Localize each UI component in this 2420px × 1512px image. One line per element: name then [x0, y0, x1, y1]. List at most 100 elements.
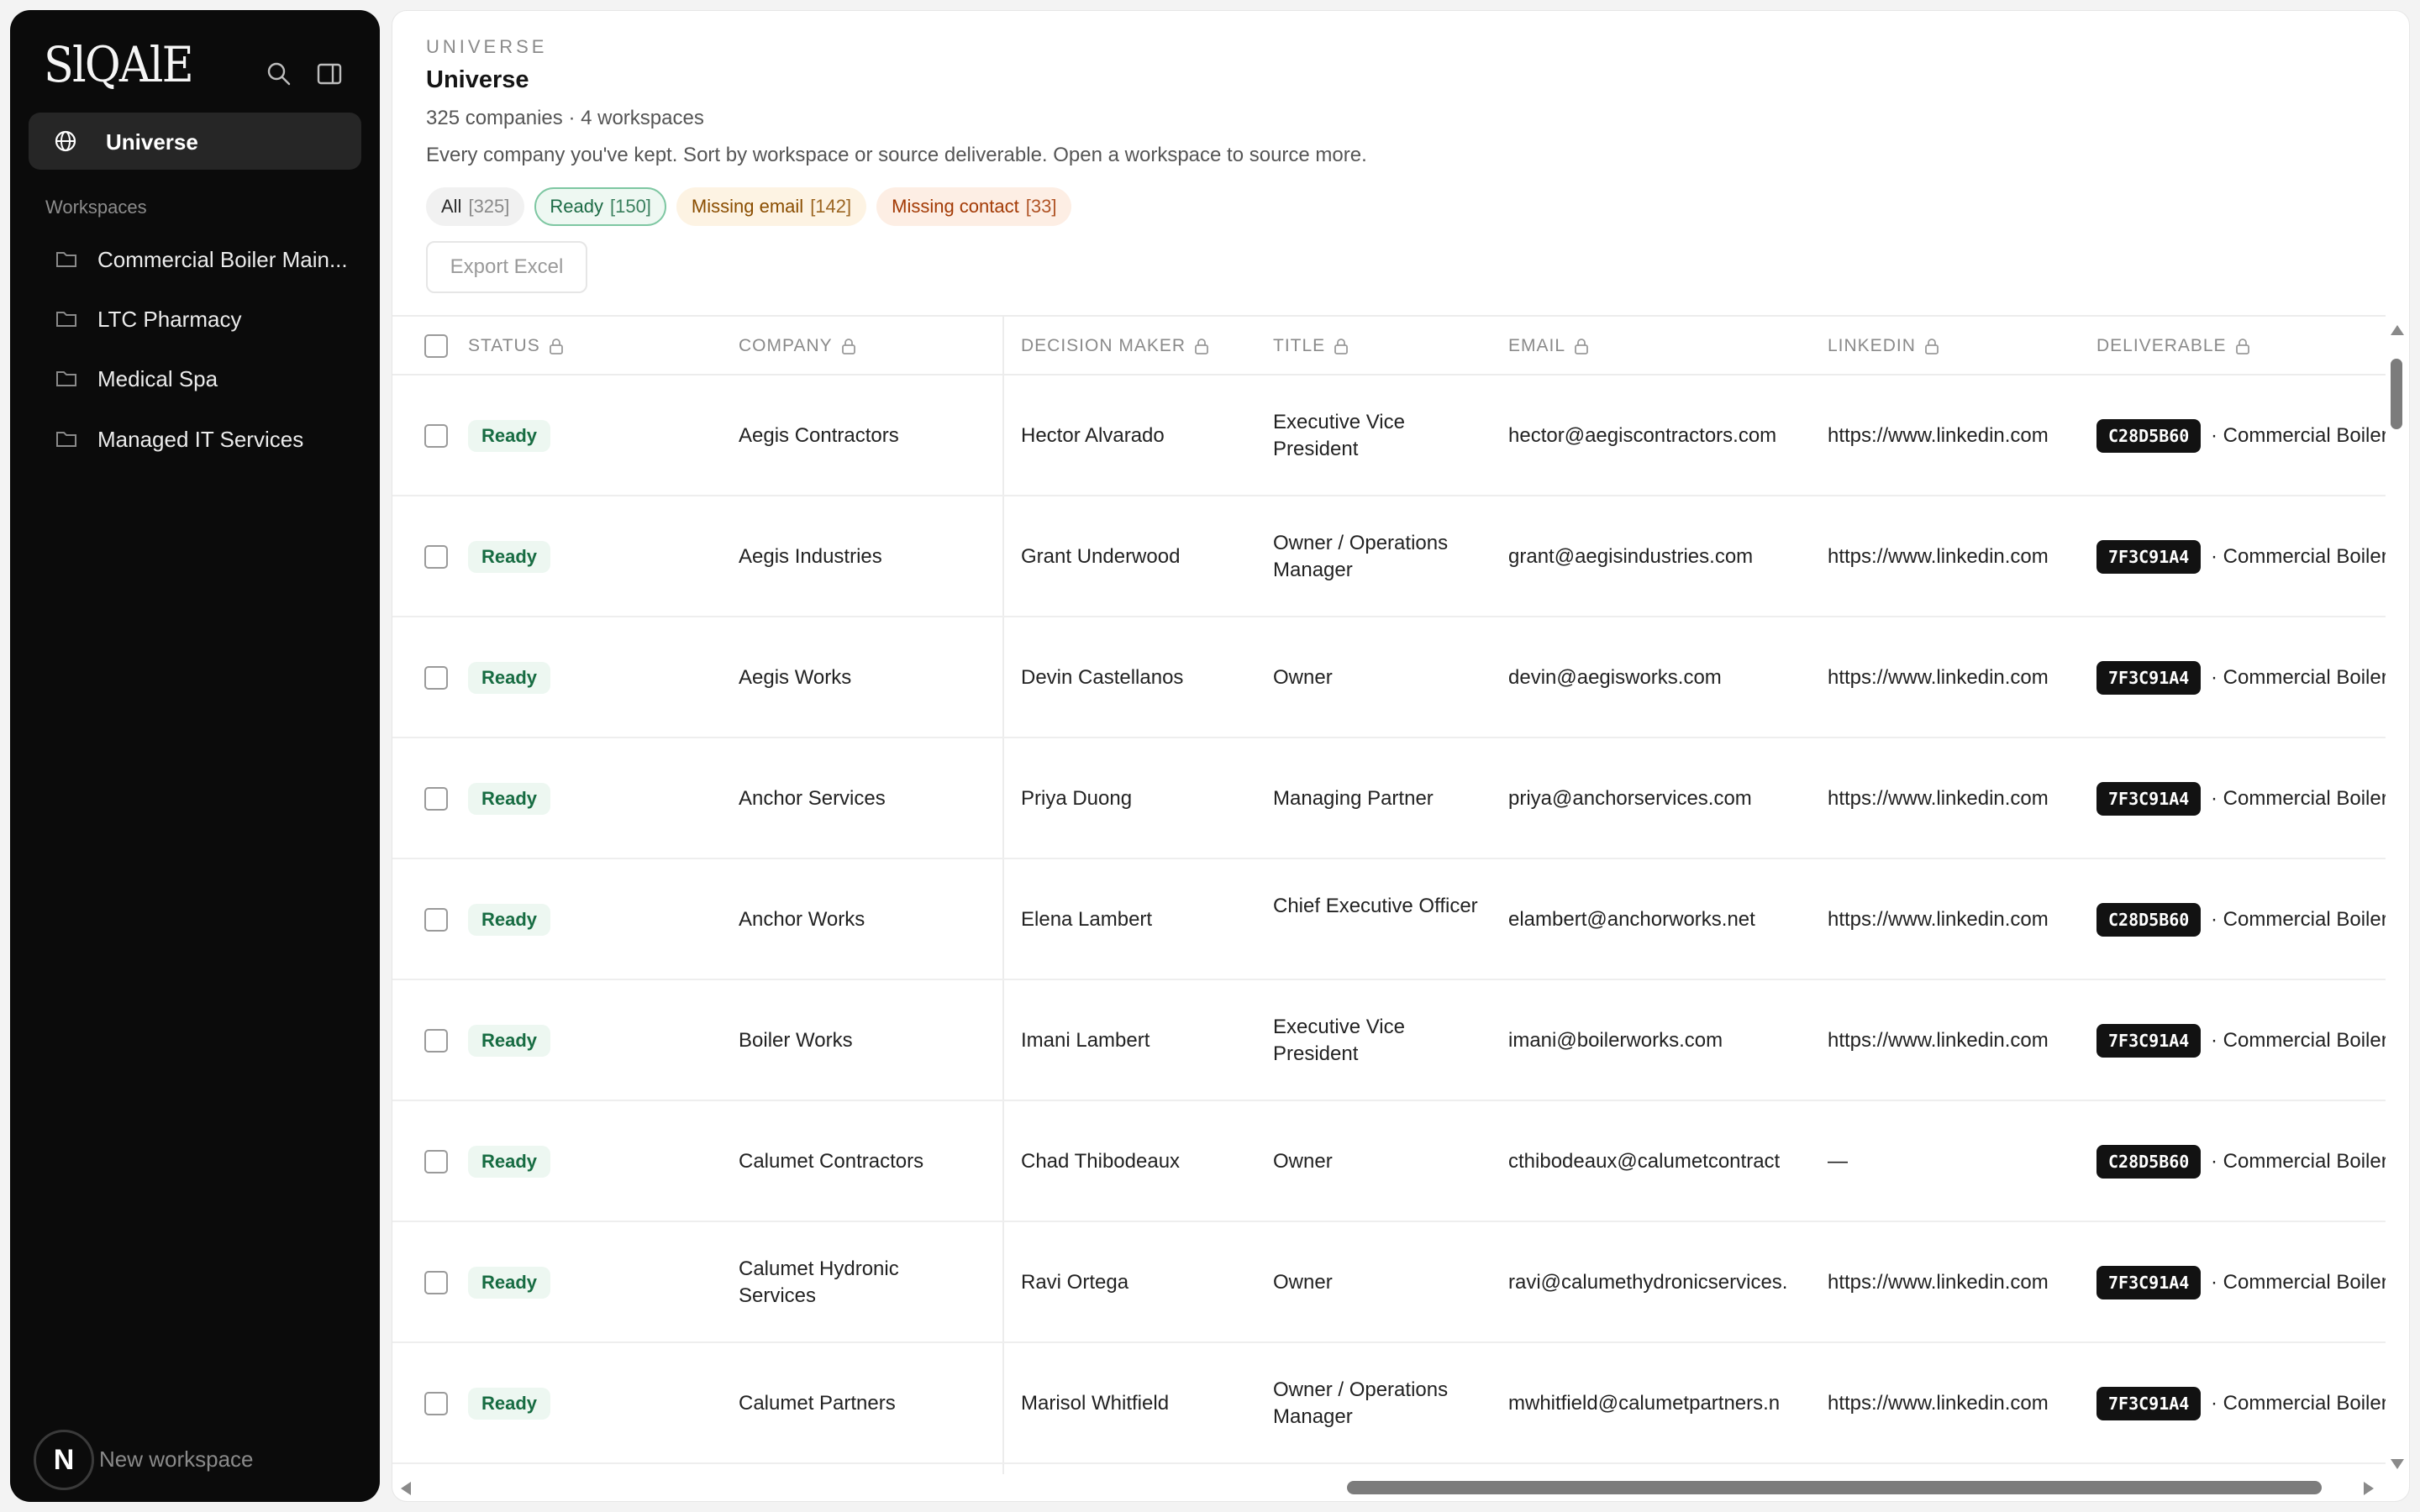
table-row[interactable]: Ready Aegis Industries Grant Underwood O…	[392, 496, 2386, 617]
filter-label: All	[441, 196, 462, 217]
title-cell: Managing Partner	[1273, 787, 1434, 810]
vertical-scroll-thumb[interactable]	[2391, 359, 2402, 429]
lock-icon	[841, 339, 855, 354]
column-header-company[interactable]: COMPANY	[739, 317, 856, 375]
linkedin-cell[interactable]: https://www.linkedin.com	[1828, 1027, 2080, 1054]
status-badge: Ready	[468, 420, 551, 452]
column-header-email[interactable]: EMAIL	[1508, 317, 1589, 375]
filter-ready[interactable]: Ready [150]	[534, 187, 666, 226]
linkedin-cell[interactable]: https://www.linkedin.com	[1828, 906, 2080, 933]
decision-maker-cell: Elena Lambert	[1021, 908, 1153, 931]
row-checkbox[interactable]	[424, 1271, 448, 1294]
horizontal-scroll-thumb[interactable]	[1347, 1481, 2322, 1494]
table-row[interactable]: Ready Anchor Works Elena Lambert Chief E…	[392, 859, 2386, 980]
app-logo[interactable]: SlQAlE	[44, 40, 194, 89]
companies-table: STATUS COMPANY DECISION MAKER TITLE EMAI…	[392, 315, 2386, 1474]
page-eyebrow: UNIVERSE	[426, 36, 548, 57]
table-row[interactable]: Ready Calumet Hydronic Services Ravi Ort…	[392, 1222, 2386, 1343]
sidebar-item-medical-spa[interactable]: Medical Spa	[29, 351, 361, 405]
table-row[interactable]: Ready Aegis Contractors Hector Alvarado …	[392, 375, 2386, 496]
scroll-right-arrow-icon[interactable]	[2364, 1482, 2374, 1495]
sidebar-toggle-icon[interactable]	[314, 59, 345, 89]
sidebar-item-commercial-boiler[interactable]: Commercial Boiler Main...	[29, 232, 361, 286]
linkedin-cell[interactable]: https://www.linkedin.com	[1828, 1390, 2080, 1417]
column-header-linkedin[interactable]: LINKEDIN	[1828, 317, 1939, 375]
scroll-up-arrow-icon[interactable]	[2391, 325, 2404, 335]
filter-chips: All [325] Ready [150] Missing email [142…	[426, 187, 1072, 226]
linkedin-cell[interactable]: https://www.linkedin.com	[1828, 664, 2080, 691]
deliverable-code: C28D5B60	[2096, 1145, 2202, 1179]
search-icon[interactable]	[264, 59, 294, 89]
table-row[interactable]: Ready Calumet Partners Marisol Whitfield…	[392, 1343, 2386, 1464]
select-all-checkbox[interactable]	[424, 334, 448, 358]
sidebar: SlQAlE Universe Workspaces Commercial Bo…	[10, 10, 380, 1502]
row-checkbox[interactable]	[424, 1029, 448, 1053]
page-description: Every company you've kept. Sort by works…	[426, 144, 1367, 166]
lock-icon	[1924, 339, 1939, 354]
column-header-decision-maker[interactable]: DECISION MAKER	[1021, 317, 1209, 375]
scroll-left-arrow-icon[interactable]	[401, 1482, 411, 1495]
column-header-label: STATUS	[468, 336, 540, 355]
title-cell: Owner / Operations Manager	[1273, 532, 1449, 581]
company-cell: Calumet Hydronic Services	[739, 1257, 899, 1307]
new-workspace-button[interactable]: New workspace	[99, 1446, 254, 1473]
row-checkbox[interactable]	[424, 787, 448, 811]
page-meta: 325 companies · 4 workspaces	[426, 107, 704, 129]
avatar[interactable]: N	[34, 1430, 94, 1490]
linkedin-cell[interactable]: https://www.linkedin.com	[1828, 785, 2080, 812]
title-cell: Executive Vice President	[1273, 411, 1405, 460]
linkedin-cell[interactable]: https://www.linkedin.com	[1828, 1269, 2080, 1296]
email-cell: imani@boilerworks.com	[1508, 1029, 1723, 1052]
export-excel-button[interactable]: Export Excel	[426, 241, 587, 293]
table-row[interactable]: Ready Aegis Works Devin Castellanos Owne…	[392, 617, 2386, 738]
lock-icon	[1334, 339, 1349, 354]
decision-maker-cell: Priya Duong	[1021, 787, 1133, 810]
deliverable-code: 7F3C91A4	[2096, 1266, 2202, 1299]
decision-maker-cell: Imani Lambert	[1021, 1029, 1150, 1052]
scroll-down-arrow-icon[interactable]	[2391, 1459, 2404, 1469]
row-checkbox[interactable]	[424, 1392, 448, 1415]
column-header-deliverable[interactable]: DELIVERABLE	[2096, 317, 2250, 375]
row-checkbox[interactable]	[424, 908, 448, 932]
horizontal-scrollbar[interactable]	[392, 1476, 2409, 1501]
table-row[interactable]: Ready Anchor Services Priya Duong Managi…	[392, 738, 2386, 859]
filter-missing-contact[interactable]: Missing contact [33]	[876, 187, 1072, 226]
filter-label: Missing email	[691, 196, 804, 217]
linkedin-cell[interactable]: https://www.linkedin.com	[1828, 543, 2080, 570]
title-cell: Owner / Operations Manager	[1273, 1378, 1449, 1428]
status-badge: Ready	[468, 1025, 551, 1057]
column-header-label: LINKEDIN	[1828, 336, 1916, 355]
filter-label: Ready	[550, 196, 603, 217]
column-header-status[interactable]: STATUS	[468, 317, 564, 375]
table-row[interactable]: Ready Calumet Contractors Chad Thibodeau…	[392, 1101, 2386, 1222]
row-checkbox[interactable]	[424, 1150, 448, 1173]
decision-maker-cell: Marisol Whitfield	[1021, 1392, 1170, 1415]
linkedin-cell[interactable]: https://www.linkedin.com	[1828, 423, 2080, 449]
company-cell: Anchor Services	[739, 787, 886, 810]
sidebar-item-label: Medical Spa	[97, 366, 218, 391]
company-cell: Aegis Works	[739, 666, 852, 689]
row-checkbox[interactable]	[424, 666, 448, 690]
email-cell: hector@aegiscontractors.com	[1508, 424, 1777, 447]
email-cell: cthibodeaux@calumetcontract	[1508, 1150, 1781, 1173]
filter-count: [325]	[468, 196, 510, 217]
vertical-scrollbar[interactable]	[2387, 322, 2407, 1473]
row-checkbox[interactable]	[424, 545, 448, 569]
email-cell: elambert@anchorworks.net	[1508, 908, 1755, 931]
filter-all[interactable]: All [325]	[426, 187, 525, 226]
sidebar-item-managed-it[interactable]: Managed IT Services	[29, 412, 361, 465]
deliverable-code: C28D5B60	[2096, 419, 2202, 453]
company-cell: Calumet Partners	[739, 1392, 896, 1415]
deliverable-code: 7F3C91A4	[2096, 1024, 2202, 1058]
table-row[interactable]: Ready Boiler Works Imani Lambert Executi…	[392, 980, 2386, 1101]
nav-universe[interactable]: Universe	[29, 113, 361, 170]
folder-icon	[55, 428, 77, 449]
company-cell: Calumet Contractors	[739, 1150, 924, 1173]
status-badge: Ready	[468, 1267, 551, 1299]
column-header-title[interactable]: TITLE	[1273, 317, 1349, 375]
sidebar-item-ltc-pharmacy[interactable]: LTC Pharmacy	[29, 291, 361, 345]
row-checkbox[interactable]	[424, 424, 448, 448]
filter-missing-email[interactable]: Missing email [142]	[676, 187, 867, 226]
globe-icon	[54, 129, 77, 153]
deliverable-cell: · Commercial Boiler	[2211, 666, 2386, 689]
